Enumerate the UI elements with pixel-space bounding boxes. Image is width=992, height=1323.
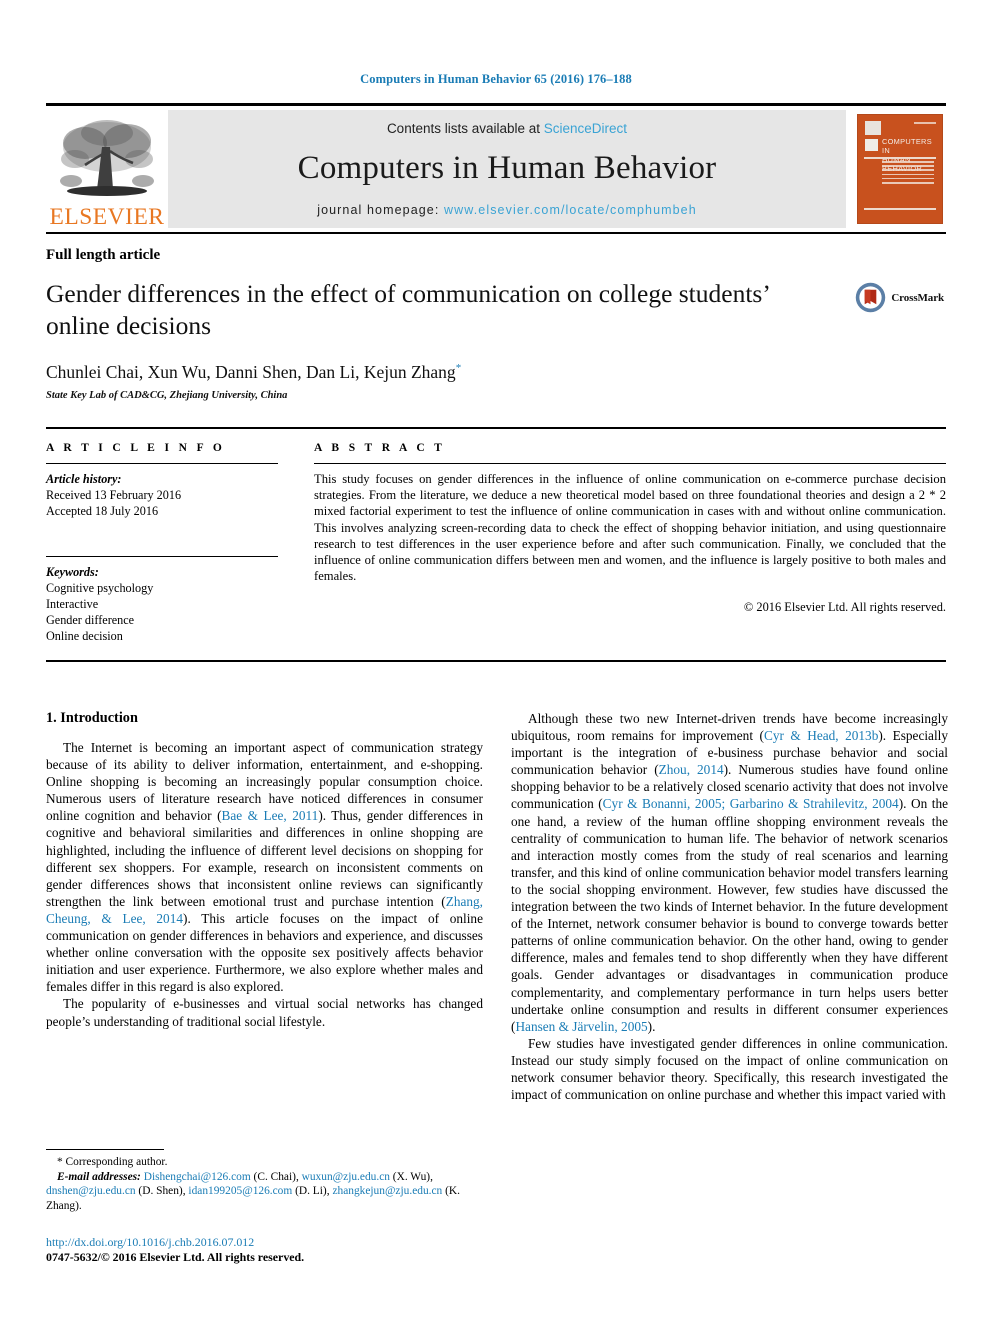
accepted-date: Accepted 18 July 2016 <box>46 504 159 518</box>
keyword-item: Cognitive psychology <box>46 581 154 595</box>
email-owner-name: (D. Li), <box>292 1185 333 1198</box>
email-link[interactable]: zhangkejun@zju.edu.cn <box>332 1185 442 1197</box>
journal-title: Computers in Human Behavior <box>297 150 717 186</box>
journal-homepage-line: journal homepage: www.elsevier.com/locat… <box>317 203 697 217</box>
cover-logo-box-bottom <box>865 139 878 151</box>
received-date: Received 13 February 2016 <box>46 488 182 502</box>
masthead-center-panel: Contents lists available at ScienceDirec… <box>168 110 846 228</box>
affiliation: State Key Lab of CAD&CG, Zhejiang Univer… <box>46 390 288 401</box>
email-owner-name: (D. Shen), <box>135 1185 189 1198</box>
homepage-label: journal homepage: <box>317 203 445 217</box>
paragraph-text: ). Thus, gender differences in cognitive… <box>46 808 483 909</box>
issn-copyright-line: 0747-5632/© 2016 Elsevier Ltd. All right… <box>46 1250 305 1264</box>
paragraph: The popularity of e-businesses and virtu… <box>46 995 483 1029</box>
right-column-paragraphs: Although these two new Internet-driven t… <box>511 710 948 1103</box>
author-names: Chunlei Chai, Xun Wu, Danni Shen, Dan Li… <box>46 362 456 382</box>
elsevier-wordmark: ELSEVIER <box>49 203 165 230</box>
article-info-heading: A R T I C L E I N F O <box>46 442 226 454</box>
masthead-bottom-rule <box>46 232 946 234</box>
journal-masthead: ELSEVIER Contents lists available at Sci… <box>46 103 946 232</box>
elsevier-tree-icon <box>60 119 154 196</box>
article-info-rule <box>46 463 278 464</box>
abstract-copyright: © 2016 Elsevier Ltd. All rights reserved… <box>743 600 946 615</box>
citation-link[interactable]: Cyr & Bonanni, 2005; Garbarino & Strahil… <box>603 796 899 811</box>
article-info-column: A R T I C L E I N F O Article history: R… <box>46 442 278 644</box>
body-columns: 1. Introduction The Internet is becoming… <box>46 710 948 1103</box>
cover-rule-top <box>864 157 936 159</box>
cover-text-lines <box>882 161 934 186</box>
section-heading-introduction: 1. Introduction <box>46 710 138 726</box>
page-title: Gender differences in the effect of comm… <box>46 279 769 340</box>
email-owner-name: (X. Wu), <box>389 1170 433 1183</box>
email-addresses-note: E-mail addresses: Dishengchai@126.com (C… <box>46 1170 483 1213</box>
corresponding-author-note: * Corresponding author. <box>57 1156 168 1169</box>
footnote-rule <box>46 1149 164 1151</box>
corresponding-author-marker: * <box>455 362 462 375</box>
email-owner-name: (C. Chai), <box>250 1170 302 1183</box>
left-column-paragraphs: The Internet is becoming an important as… <box>46 739 483 1030</box>
article-type: Full length article <box>46 247 161 263</box>
body-column-right: Although these two new Internet-driven t… <box>511 710 948 1103</box>
abstract-text: This study focuses on gender differences… <box>314 472 946 584</box>
contents-available-line: Contents lists available at ScienceDirec… <box>387 121 627 136</box>
citation-link[interactable]: Bae & Lee, 2011 <box>222 808 319 823</box>
elsevier-logo: ELSEVIER <box>46 106 168 232</box>
cover-logo-box-top <box>865 121 881 135</box>
citation-link[interactable]: Hansen & Järvelin, 2005 <box>515 1019 647 1034</box>
paragraph-text: Few studies have investigated gender dif… <box>511 1035 948 1103</box>
cover-image: COMPUTERS IN HUMAN BEHAVIOR <box>858 115 942 223</box>
article-page: Computers in Human Behavior 65 (2016) 17… <box>0 0 992 1323</box>
email-link[interactable]: wuxun@zju.edu.cn <box>302 1171 390 1183</box>
paragraph-text: ). <box>647 1018 656 1034</box>
email-link[interactable]: Dishengchai@126.com <box>144 1171 251 1183</box>
crossmark-icon <box>856 282 886 313</box>
footnote-block: * Corresponding author. E-mail addresses… <box>46 1149 483 1265</box>
running-head: Computers in Human Behavior 65 (2016) 17… <box>360 72 632 86</box>
paragraph: Although these two new Internet-driven t… <box>511 710 948 1035</box>
cover-rule-bottom <box>864 208 936 210</box>
keyword-item: Gender difference <box>46 613 135 627</box>
paragraph-text: ). On the one hand, a review of the huma… <box>511 796 948 1034</box>
journal-cover-thumbnail: COMPUTERS IN HUMAN BEHAVIOR <box>854 106 946 232</box>
cover-title-line1: COMPUTERS IN <box>882 137 932 155</box>
crossmark-badge[interactable]: CrossMark <box>855 282 944 313</box>
keyword-item: Online decision <box>46 629 123 643</box>
citation-link[interactable]: Zhou, 2014 <box>659 762 724 777</box>
crossmark-label: CrossMark <box>891 291 944 304</box>
article-history-label: Article history: <box>46 472 122 486</box>
author-list: Chunlei Chai, Xun Wu, Danni Shen, Dan Li… <box>46 362 946 383</box>
paragraph-text: The popularity of e-businesses and virtu… <box>46 996 483 1029</box>
sciencedirect-link[interactable]: ScienceDirect <box>544 121 627 136</box>
homepage-url-link[interactable]: www.elsevier.com/locate/comphumbeh <box>444 203 697 217</box>
citation-link[interactable]: Cyr & Head, 2013b <box>764 728 878 743</box>
paragraph: Few studies have investigated gender dif… <box>511 1035 948 1103</box>
title-row: Gender differences in the effect of comm… <box>46 278 946 342</box>
abstract-rule <box>314 463 946 464</box>
abstract-heading: A B S T R A C T <box>314 442 446 454</box>
abstract-column: A B S T R A C T This study focuses on ge… <box>314 442 946 644</box>
keywords-rule <box>46 556 278 557</box>
email-link[interactable]: idan199205@126.com <box>188 1185 292 1197</box>
paragraph: The Internet is becoming an important as… <box>46 739 483 995</box>
contents-prefix: Contents lists available at <box>386 121 544 136</box>
info-abstract-bottom-rule <box>46 660 946 662</box>
keyword-item: Interactive <box>46 597 99 611</box>
info-abstract-region: A R T I C L E I N F O Article history: R… <box>46 427 946 644</box>
email-addresses-label: E-mail addresses: <box>57 1170 141 1183</box>
keywords-label: Keywords: <box>46 565 99 579</box>
body-column-left: 1. Introduction The Internet is becoming… <box>46 710 483 1103</box>
doi-link[interactable]: http://dx.doi.org/10.1016/j.chb.2016.07.… <box>46 1235 483 1250</box>
cover-issue-mark <box>914 122 936 124</box>
email-link[interactable]: dnshen@zju.edu.cn <box>46 1185 136 1197</box>
